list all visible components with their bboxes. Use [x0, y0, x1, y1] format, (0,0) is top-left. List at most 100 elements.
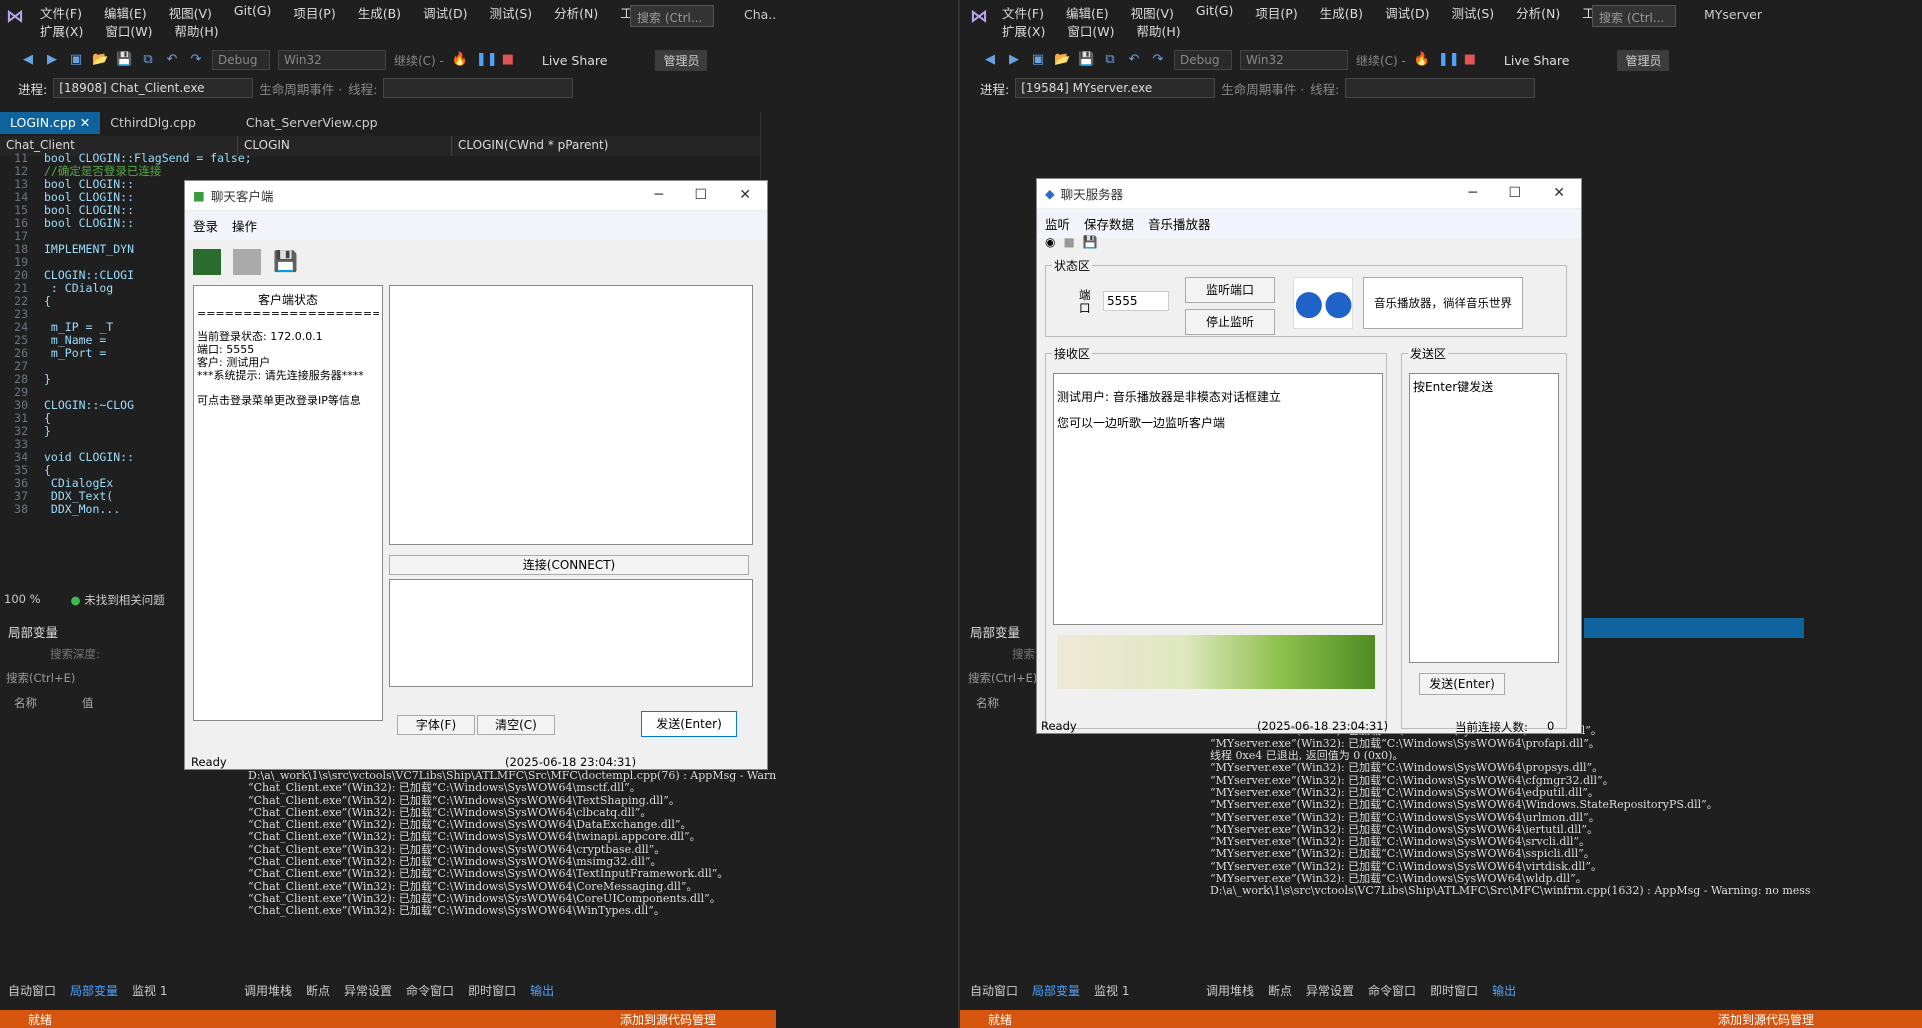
close-icon[interactable]: ✕	[739, 187, 751, 203]
font-button[interactable]: 字体(F)	[397, 715, 475, 735]
menu-item[interactable]: 扩展(X)	[40, 21, 83, 40]
thread-dropdown[interactable]	[383, 78, 574, 98]
platform-dropdown[interactable]: Win32	[1240, 50, 1348, 70]
continue-button[interactable]: 继续(C) -	[1356, 52, 1406, 69]
back-icon[interactable]: ◀	[20, 52, 36, 68]
bottom-tab[interactable]: 即时窗口	[468, 982, 516, 999]
stop-listen-button[interactable]: 停止监听	[1185, 309, 1275, 335]
bottom-tab[interactable]: 监视 1	[1094, 982, 1129, 999]
stop-icon[interactable]: ■	[500, 52, 516, 68]
menu-item[interactable]: 文件(F)	[40, 3, 82, 22]
bottom-tab[interactable]: 输出	[1492, 982, 1516, 999]
send-box[interactable]: 按Enter键发送	[1409, 373, 1559, 663]
menu-item[interactable]: 项目(P)	[293, 3, 335, 22]
menu-item[interactable]: 视图(V)	[169, 3, 212, 22]
menu-login[interactable]: 登录	[193, 216, 218, 235]
maximize-icon[interactable]: ☐	[1508, 185, 1521, 201]
user-offline-icon[interactable]	[233, 249, 261, 275]
menu-item[interactable]: 扩展(X)	[1002, 21, 1045, 40]
menu-listen[interactable]: 监听	[1045, 214, 1070, 233]
bottom-tab[interactable]: 自动窗口	[8, 982, 56, 999]
locals-search-input[interactable]: 搜索(Ctrl+E)	[968, 670, 1037, 686]
forward-icon[interactable]: ▶	[44, 52, 60, 68]
menu-item[interactable]: 分析(N)	[554, 3, 598, 22]
menu-item[interactable]: 编辑(E)	[1066, 3, 1109, 22]
open-icon[interactable]: 📂	[92, 52, 108, 68]
zoom-level[interactable]: 100 %	[4, 592, 41, 608]
pause-icon[interactable]: ❚❚	[476, 52, 498, 68]
stop-icon[interactable]: ■	[1462, 52, 1478, 68]
stop-icon[interactable]: ■	[1063, 235, 1074, 249]
live-share-button[interactable]: Live Share	[1504, 53, 1570, 68]
save-icon[interactable]: 💾	[1078, 52, 1094, 68]
redo-icon[interactable]: ↷	[188, 52, 204, 68]
client-input-box[interactable]	[389, 579, 753, 687]
send-button[interactable]: 发送(Enter)	[641, 711, 737, 737]
menu-operate[interactable]: 操作	[232, 216, 257, 235]
save-icon[interactable]: 💾	[1083, 235, 1098, 249]
menu-item[interactable]: 文件(F)	[1002, 3, 1044, 22]
open-icon[interactable]: 📂	[1054, 52, 1070, 68]
menu-item[interactable]: 帮助(H)	[1136, 21, 1180, 40]
lifecycle-events[interactable]: 生命周期事件 ·	[1221, 79, 1304, 98]
menu-music-player[interactable]: 音乐播放器	[1148, 214, 1211, 233]
minimize-icon[interactable]: ─	[655, 187, 663, 203]
lifecycle-events[interactable]: 生命周期事件 ·	[259, 79, 342, 98]
left-search-input[interactable]: 搜索 (Ctrl...	[630, 5, 714, 27]
process-dropdown[interactable]: [19584] MYserver.exe	[1015, 78, 1216, 98]
bottom-tab[interactable]: 断点	[306, 982, 330, 999]
user-online-icon[interactable]	[193, 249, 221, 275]
menu-item[interactable]: 窗口(W)	[105, 21, 152, 40]
menu-item[interactable]: Git(G)	[234, 3, 272, 22]
undo-icon[interactable]: ↶	[164, 52, 180, 68]
save-icon[interactable]: 💾	[116, 52, 132, 68]
pause-icon[interactable]: ❚❚	[1438, 52, 1460, 68]
live-share-button[interactable]: Live Share	[542, 53, 608, 68]
menu-item[interactable]: 生成(B)	[358, 3, 401, 22]
save-icon[interactable]: 💾	[273, 249, 298, 275]
menu-save-data[interactable]: 保存数据	[1084, 214, 1134, 233]
source-control-button[interactable]: 添加到源代码管理	[620, 1011, 716, 1028]
undo-icon[interactable]: ↶	[1126, 52, 1142, 68]
back-icon[interactable]: ◀	[982, 52, 998, 68]
bottom-tab[interactable]: 断点	[1268, 982, 1292, 999]
bottom-tab[interactable]: 即时窗口	[1430, 982, 1478, 999]
bottom-tab[interactable]: 命令窗口	[1368, 982, 1416, 999]
menu-item[interactable]: 调试(D)	[1385, 3, 1429, 22]
bottom-tab[interactable]: 调用堆栈	[244, 982, 292, 999]
locals-search-input[interactable]: 搜索(Ctrl+E)	[6, 670, 75, 686]
connect-button[interactable]: 连接(CONNECT)	[389, 555, 749, 575]
menu-item[interactable]: 视图(V)	[1131, 3, 1174, 22]
menu-item[interactable]: 生成(B)	[1320, 3, 1363, 22]
continue-button[interactable]: 继续(C) -	[394, 52, 444, 69]
music-player-button[interactable]: 音乐播放器，徜徉音乐世界	[1363, 277, 1523, 329]
hot-reload-icon[interactable]: 🔥	[1414, 52, 1430, 68]
menu-item[interactable]: 调试(D)	[423, 3, 467, 22]
close-icon[interactable]: ✕	[1553, 185, 1565, 201]
config-dropdown[interactable]: Debug	[212, 50, 270, 70]
close-icon[interactable]: ✕	[80, 115, 90, 130]
hot-reload-icon[interactable]: 🔥	[452, 52, 468, 68]
source-control-button[interactable]: 添加到源代码管理	[1718, 1011, 1814, 1028]
process-dropdown[interactable]: [18908] Chat_Client.exe	[53, 78, 254, 98]
listen-button[interactable]: 监听端口	[1185, 277, 1275, 303]
menu-item[interactable]: 测试(S)	[1451, 3, 1494, 22]
server-send-button[interactable]: 发送(Enter)	[1419, 673, 1505, 695]
bottom-tab[interactable]: 局部变量	[70, 982, 118, 999]
platform-dropdown[interactable]: Win32	[278, 50, 386, 70]
bottom-tab[interactable]: 输出	[530, 982, 554, 999]
bottom-tab[interactable]: 自动窗口	[970, 982, 1018, 999]
menu-item[interactable]: 分析(N)	[1516, 3, 1560, 22]
client-message-view[interactable]	[389, 285, 753, 545]
menu-item[interactable]: Git(G)	[1196, 3, 1234, 22]
save-all-icon[interactable]: ⧉	[1102, 52, 1118, 68]
save-all-icon[interactable]: ⧉	[140, 52, 156, 68]
minimize-icon[interactable]: ─	[1469, 185, 1477, 201]
tab-chat-serverview-cpp[interactable]: Chat_ServerView.cpp	[236, 112, 388, 134]
redo-icon[interactable]: ↷	[1150, 52, 1166, 68]
clear-button[interactable]: 清空(C)	[477, 715, 555, 735]
new-project-icon[interactable]: ▣	[1030, 52, 1046, 68]
record-icon[interactable]: ◉	[1045, 235, 1055, 249]
menu-item[interactable]: 项目(P)	[1255, 3, 1297, 22]
bottom-tab[interactable]: 局部变量	[1032, 982, 1080, 999]
